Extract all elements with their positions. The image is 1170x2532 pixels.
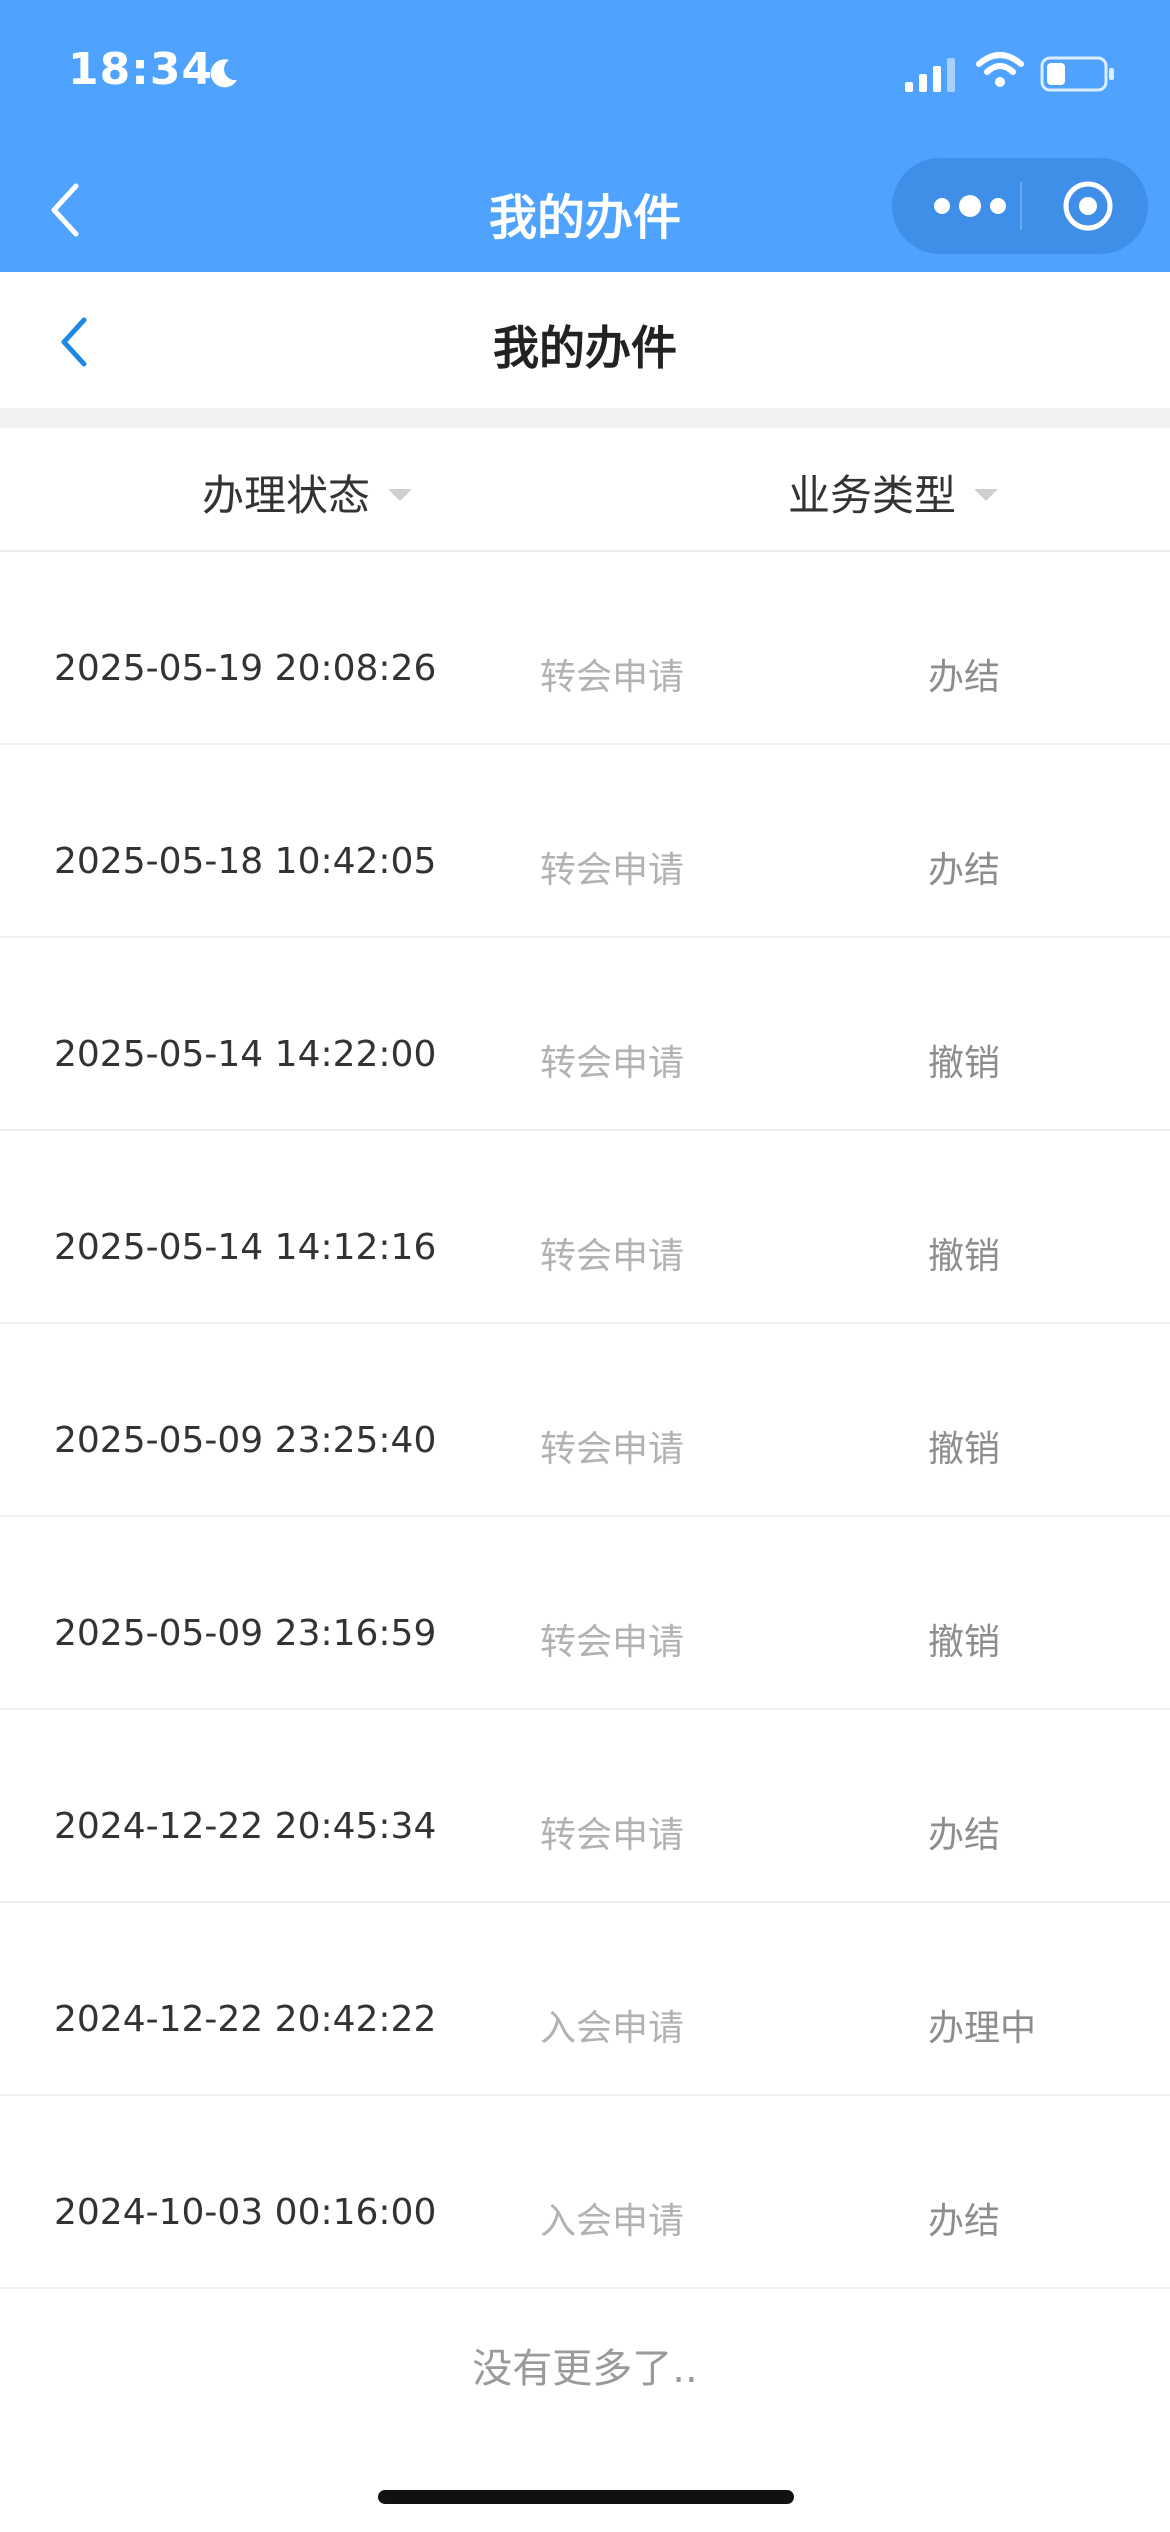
filter-business-type-label: 业务类型: [788, 470, 957, 520]
item-status: 撤销: [928, 1043, 1001, 1084]
caret-down-icon: [388, 489, 413, 501]
item-type: 转会申请: [540, 657, 685, 698]
item-type: 转会申请: [540, 1622, 685, 1663]
sub-header: 我的办件: [0, 272, 1170, 408]
item-date: 2025-05-09 23:25:40: [54, 1420, 437, 1461]
item-status: 办结: [928, 2201, 1001, 2242]
item-type: 转会申请: [540, 850, 685, 891]
item-date: 2025-05-09 23:16:59: [54, 1613, 437, 1654]
capsule-divider: [1020, 182, 1022, 230]
battery-icon: [1040, 56, 1114, 92]
item-type: 入会申请: [540, 2008, 685, 2049]
item-status: 撤销: [928, 1622, 1001, 1663]
item-type: 入会申请: [540, 2201, 685, 2242]
item-date: 2025-05-18 10:42:05: [54, 841, 437, 882]
list-item[interactable]: 2024-12-22 20:42:22 入会申请 办理中: [0, 1903, 1170, 2096]
list-item[interactable]: 2025-05-14 14:22:00 转会申请 撤销: [0, 938, 1170, 1131]
item-date: 2024-12-22 20:42:22: [54, 1999, 437, 2040]
page: 18:34 我的办件 我的办件 办理状态 业务类型 2025-05-19 20:…: [0, 0, 1170, 2532]
section-gap: [0, 408, 1170, 428]
item-type: 转会申请: [540, 1815, 685, 1856]
list-item[interactable]: 2025-05-09 23:25:40 转会申请 撤销: [0, 1324, 1170, 1517]
item-date: 2025-05-14 14:22:00: [54, 1034, 437, 1075]
sub-title: 我的办件: [493, 321, 677, 375]
item-status: 办结: [928, 657, 1001, 698]
item-type: 转会申请: [540, 1236, 685, 1277]
list-item[interactable]: 2025-05-18 10:42:05 转会申请 办结: [0, 745, 1170, 938]
filter-status[interactable]: 办理状态: [202, 464, 413, 520]
status-time: 18:34: [68, 44, 214, 95]
miniapp-capsule: [892, 158, 1148, 254]
signal-icon: [905, 58, 955, 92]
case-list: 2025-05-19 20:08:26 转会申请 办结 2025-05-18 1…: [0, 552, 1170, 2289]
item-date: 2024-10-03 00:16:00: [54, 2192, 437, 2233]
filter-bar: 办理状态 业务类型: [0, 428, 1170, 552]
item-type: 转会申请: [540, 1043, 685, 1084]
list-item[interactable]: 2024-12-22 20:45:34 转会申请 办结: [0, 1710, 1170, 1903]
filter-business-type[interactable]: 业务类型: [788, 464, 999, 520]
item-status: 撤销: [928, 1429, 1001, 1470]
moon-icon: [210, 59, 237, 88]
list-item[interactable]: 2025-05-19 20:08:26 转会申请 办结: [0, 552, 1170, 745]
more-icon[interactable]: [928, 192, 1012, 220]
list-item[interactable]: 2025-05-14 14:12:16 转会申请 撤销: [0, 1131, 1170, 1324]
home-indicator[interactable]: [378, 2490, 794, 2504]
item-date: 2025-05-19 20:08:26: [54, 648, 437, 689]
caret-down-icon: [974, 489, 999, 501]
item-status: 撤销: [928, 1236, 1001, 1277]
top-header: 18:34 我的办件: [0, 0, 1170, 272]
item-date: 2024-12-22 20:45:34: [54, 1806, 437, 1847]
filter-status-label: 办理状态: [202, 470, 371, 520]
item-type: 转会申请: [540, 1429, 685, 1470]
item-status: 办理中: [928, 2008, 1037, 2049]
wifi-icon: [976, 52, 1024, 87]
no-more-text: 没有更多了..: [472, 2346, 698, 2392]
list-item[interactable]: 2024-10-03 00:16:00 入会申请 办结: [0, 2096, 1170, 2289]
item-status: 办结: [928, 850, 1001, 891]
list-item[interactable]: 2025-05-09 23:16:59 转会申请 撤销: [0, 1517, 1170, 1710]
item-date: 2025-05-14 14:12:16: [54, 1227, 437, 1268]
item-status: 办结: [928, 1815, 1001, 1856]
close-miniapp-icon[interactable]: [1060, 178, 1116, 234]
